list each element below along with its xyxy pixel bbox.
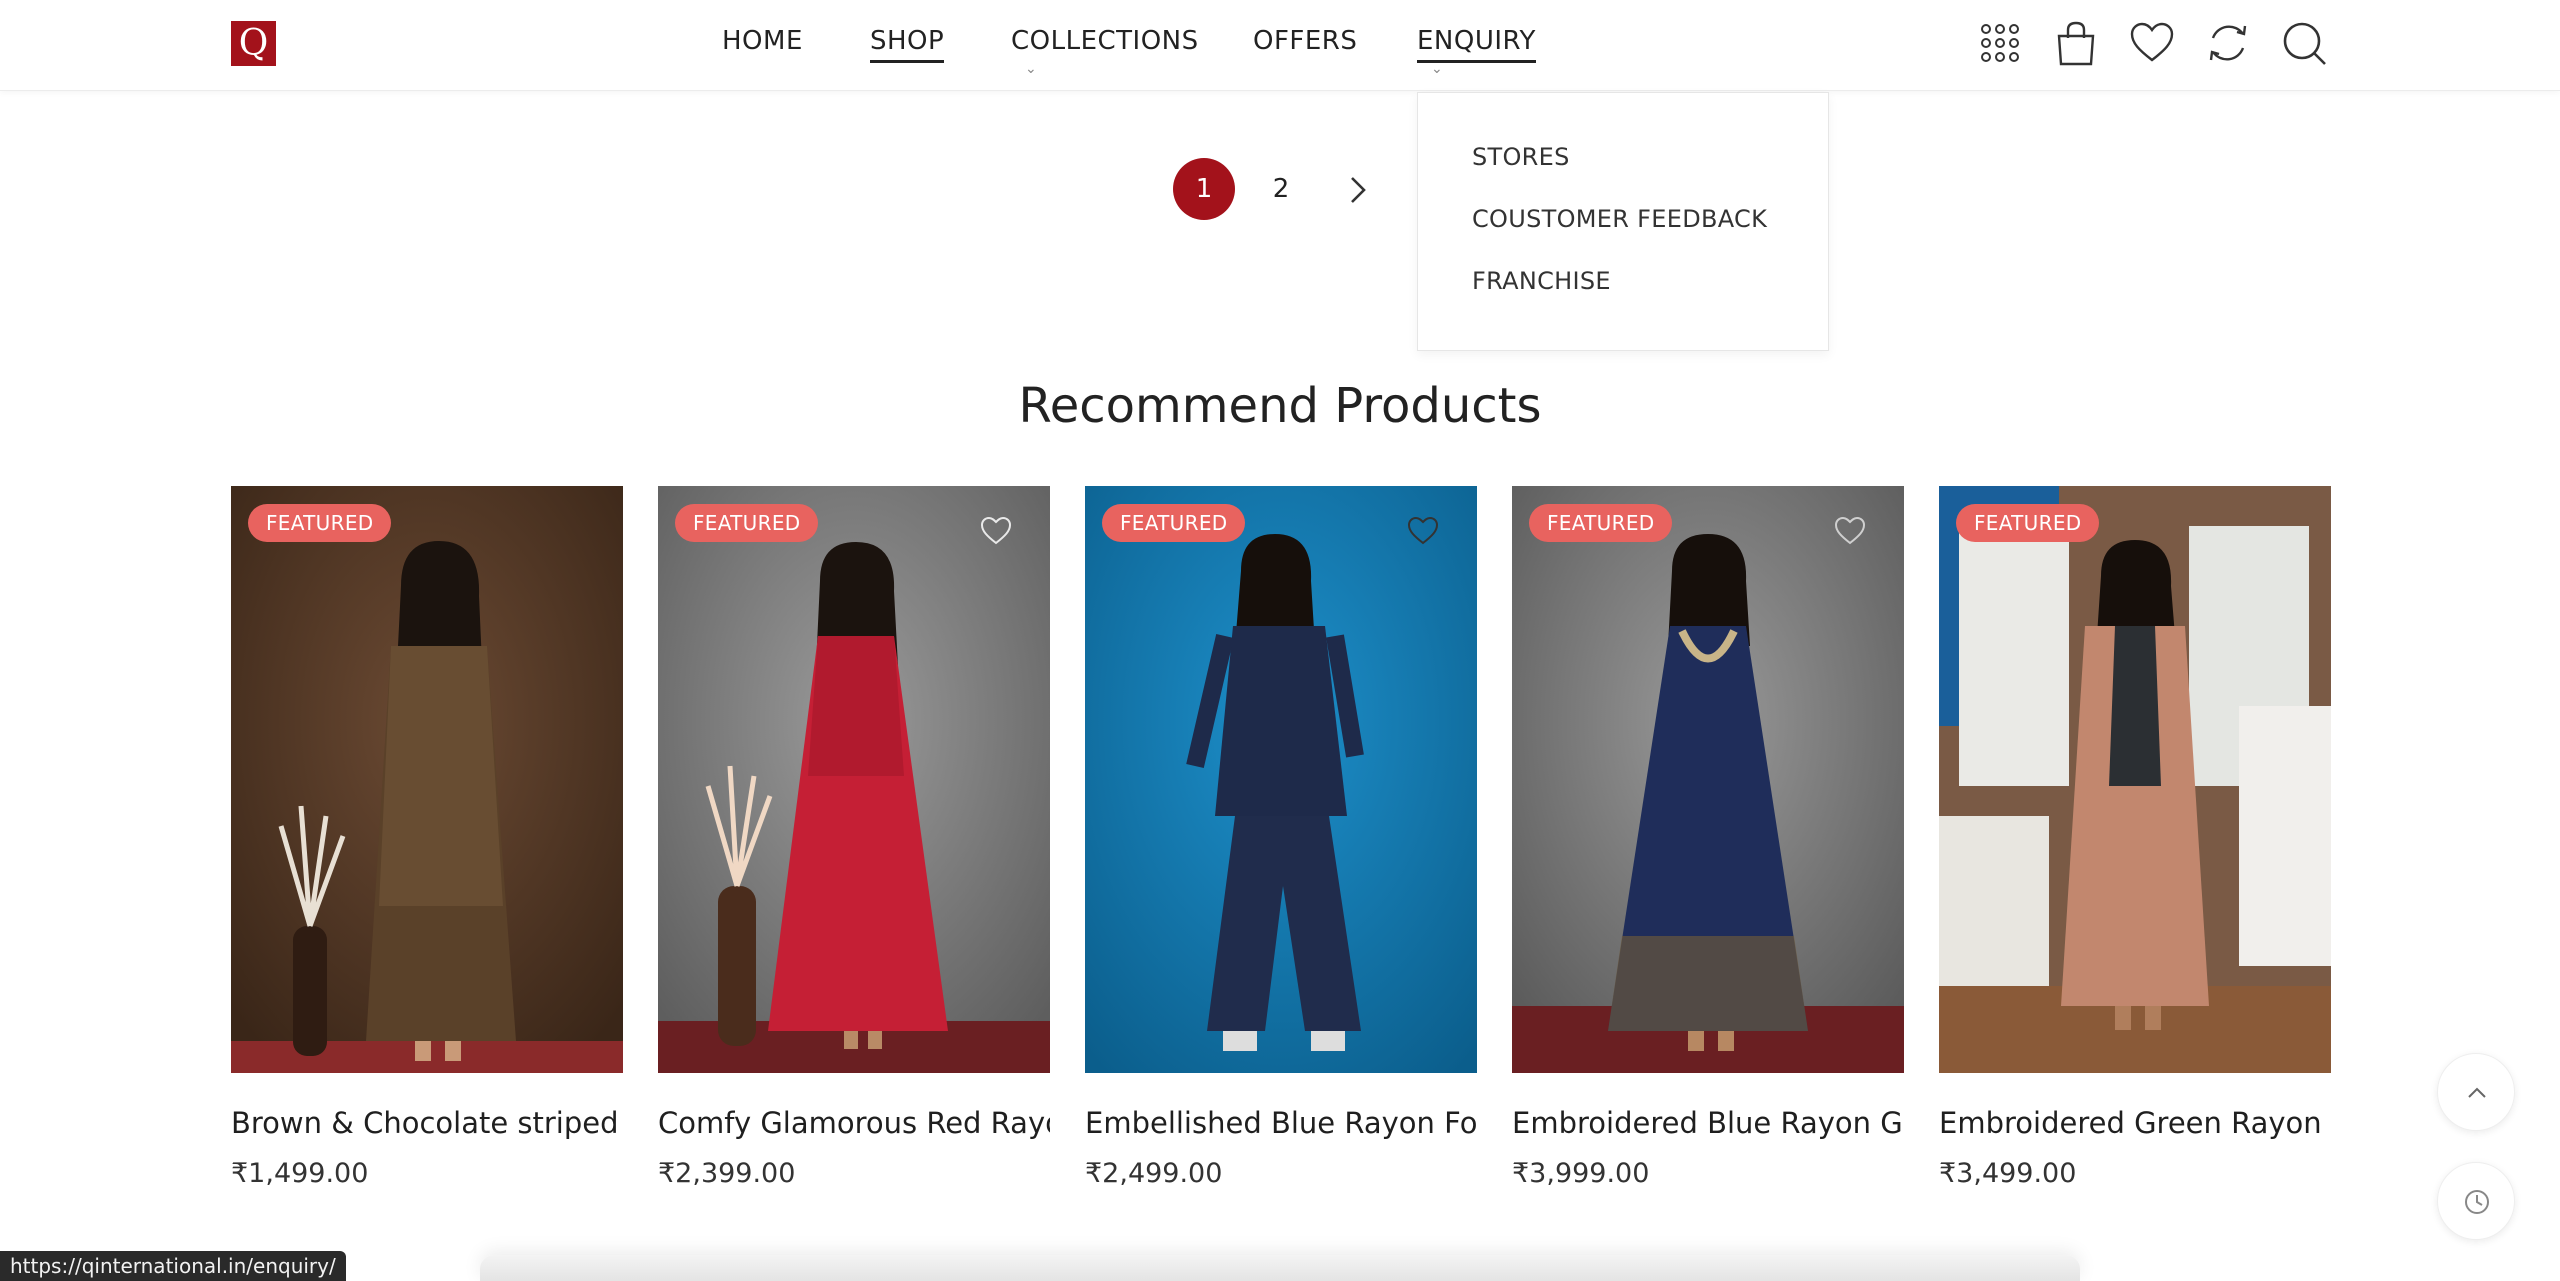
nav-enquiry[interactable]: ENQUIRY ⌄ xyxy=(1417,26,1536,86)
product-name[interactable]: Embellished Blue Rayon Foil ... xyxy=(1085,1106,1477,1140)
product-image[interactable] xyxy=(1512,486,1904,1073)
product-image[interactable] xyxy=(1939,486,2331,1073)
dropdown-item-franchise[interactable]: FRANCHISE xyxy=(1472,267,1611,295)
chevron-down-icon: ⌄ xyxy=(1025,60,1038,77)
search-icon[interactable] xyxy=(2281,20,2327,66)
chevron-down-icon: ⌄ xyxy=(1431,60,1444,77)
featured-badge: FEATURED xyxy=(1102,504,1246,542)
heart-icon[interactable] xyxy=(2129,20,2175,66)
product-price: ₹2,399.00 xyxy=(658,1158,796,1189)
compare-icon[interactable] xyxy=(2205,20,2251,66)
featured-badge: FEATURED xyxy=(1529,504,1673,542)
product-name[interactable]: Embroidered Green Rayon L... xyxy=(1939,1106,2331,1140)
enquiry-dropdown: STORES COUSTOMER FEEDBACK FRANCHISE xyxy=(1417,92,1829,351)
featured-badge: FEATURED xyxy=(1956,504,2100,542)
product-image[interactable] xyxy=(1085,486,1477,1073)
product-name[interactable]: Brown & Chocolate striped ... xyxy=(231,1106,623,1140)
featured-badge: FEATURED xyxy=(248,504,392,542)
wishlist-heart-icon[interactable] xyxy=(1407,516,1439,546)
wishlist-heart-icon[interactable] xyxy=(980,516,1012,546)
product-name[interactable]: Embroidered Blue Rayon Go... xyxy=(1512,1106,1904,1140)
product-name[interactable]: Comfy Glamorous Red Rayo... xyxy=(658,1106,1050,1140)
scroll-to-top-button[interactable] xyxy=(2437,1053,2515,1131)
nav-shop[interactable]: SHOP xyxy=(870,26,945,63)
nav-shop-label: SHOP xyxy=(870,26,945,63)
product-price: ₹3,499.00 xyxy=(1939,1158,2077,1189)
nav-offers-label: OFFERS xyxy=(1253,26,1358,56)
browser-status-url: https://qinternational.in/enquiry/ xyxy=(0,1251,346,1281)
nav-collections[interactable]: COLLECTIONS ⌄ xyxy=(1011,26,1199,86)
wishlist-heart-icon[interactable] xyxy=(1834,516,1866,546)
nav-enquiry-label: ENQUIRY xyxy=(1417,26,1536,63)
grid-icon[interactable] xyxy=(1977,20,2023,66)
featured-badge: FEATURED xyxy=(675,504,819,542)
product-price: ₹1,499.00 xyxy=(231,1158,369,1189)
nav-home[interactable]: HOME xyxy=(722,26,803,56)
product-image[interactable] xyxy=(231,486,623,1073)
recently-viewed-button[interactable] xyxy=(2437,1162,2515,1240)
product-image[interactable] xyxy=(658,486,1050,1073)
dropdown-item-customer-feedback[interactable]: COUSTOMER FEEDBACK xyxy=(1472,205,1767,233)
site-header: Q HOME SHOP COLLECTIONS ⌄ OFFERS ENQUIRY… xyxy=(0,0,2560,91)
shopping-bag-icon[interactable] xyxy=(2053,20,2099,66)
section-title: Recommend Products xyxy=(1018,378,1542,434)
dropdown-item-stores[interactable]: STORES xyxy=(1472,143,1570,171)
product-price: ₹3,999.00 xyxy=(1512,1158,1650,1189)
nav-home-label: HOME xyxy=(722,26,803,56)
product-price: ₹2,499.00 xyxy=(1085,1158,1223,1189)
nav-collections-label: COLLECTIONS xyxy=(1011,26,1199,56)
bottom-sticky-bar xyxy=(480,1255,2080,1281)
chevron-right-icon[interactable] xyxy=(1340,170,1376,210)
nav-offers[interactable]: OFFERS xyxy=(1253,26,1357,56)
page-1-button[interactable]: 1 xyxy=(1173,158,1235,220)
brand-logo[interactable]: Q xyxy=(231,21,276,66)
page-2-button[interactable]: 2 xyxy=(1250,158,1312,220)
